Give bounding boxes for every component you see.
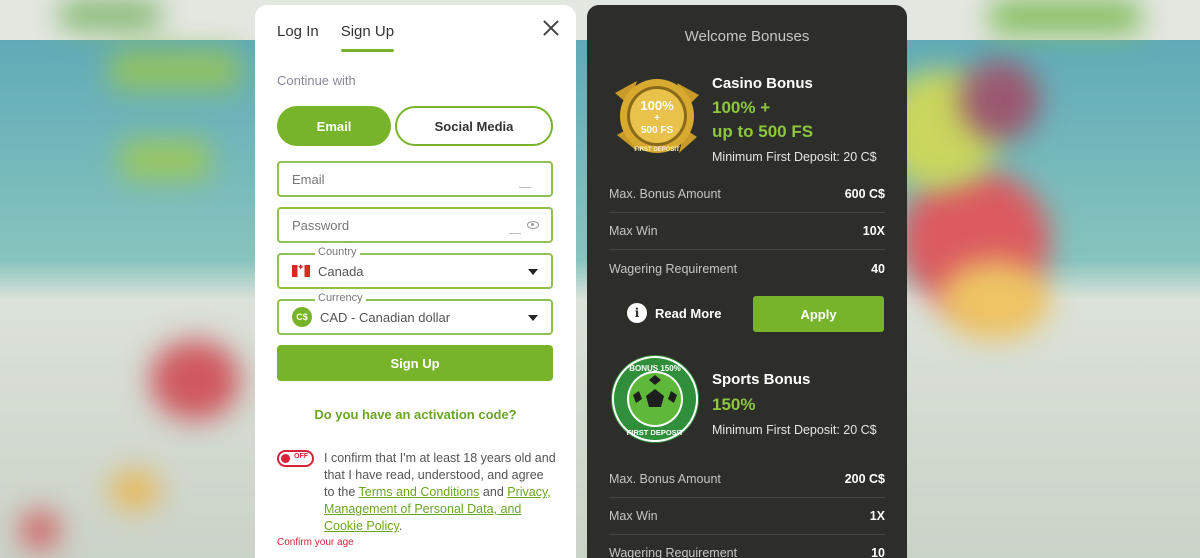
info-icon: i (627, 303, 647, 323)
continue-with-label: Continue with (277, 73, 356, 88)
password-field-wrapper (277, 207, 553, 243)
row-label: Wagering Requirement (609, 545, 738, 558)
casino-bonus-name: Casino Bonus (712, 75, 813, 92)
casino-bonus-amount-1: 100% + (712, 98, 771, 117)
sports-badge-bottom: FIRST DEPOSIT (627, 428, 684, 437)
currency-legend: Currency (315, 292, 366, 304)
close-icon[interactable] (542, 19, 560, 37)
caret-down-icon (528, 315, 538, 321)
sports-row-wagering: Wagering Requirement 10 (609, 534, 885, 558)
sports-bonus-badge-icon: BONUS 150% FIRST DEPOSIT (611, 355, 699, 443)
apply-button[interactable]: Apply (753, 296, 884, 332)
read-more-button[interactable]: i Read More (627, 303, 721, 323)
sports-min-deposit: Minimum First Deposit: 20 C$ (712, 423, 877, 437)
row-label: Max Win (609, 224, 658, 238)
read-more-label: Read More (655, 305, 722, 321)
email-field[interactable] (292, 171, 492, 187)
confirm-end: . (398, 519, 403, 533)
row-label: Wagering Requirement (609, 261, 738, 276)
social-media-method-button[interactable]: Social Media (395, 106, 553, 146)
row-value: 600 C$ (844, 187, 885, 201)
auth-tabs: Log In Sign Up (277, 23, 395, 52)
welcome-bonuses-panel: Welcome Bonuses 100% + 500 FS FIRST DEPO… (587, 5, 907, 558)
row-label: Max. Bonus Amount (609, 472, 721, 486)
row-value: 10X (862, 224, 885, 238)
password-field[interactable] (292, 217, 492, 233)
confirm-and: and (479, 485, 508, 499)
country-select[interactable]: Country Canada (277, 246, 553, 289)
country-value: Canada (318, 263, 364, 279)
sports-row-max-bonus: Max. Bonus Amount 200 C$ (609, 461, 885, 498)
casino-badge-line2: + (654, 113, 660, 124)
signup-method-toggle: Email Social Media (277, 106, 553, 146)
casino-badge-line3: 500 FS (641, 125, 674, 136)
sports-badge-top: BONUS 150% (629, 364, 681, 373)
row-label: Max. Bonus Amount (609, 187, 721, 201)
casino-bonus-amount-2: up to 500 FS (712, 122, 814, 141)
sports-bonus-name: Sports Bonus (712, 371, 811, 388)
tab-sign-up[interactable]: Sign Up (340, 23, 395, 52)
country-legend: Country (315, 246, 360, 258)
sports-bonus-amount: 150% (712, 395, 756, 414)
switch-knob (281, 454, 290, 463)
age-confirm-text: I confirm that I'm at least 18 years old… (324, 450, 556, 535)
age-error-message: Confirm your age (277, 537, 354, 548)
activation-code-link[interactable]: Do you have an activation code? (255, 407, 576, 422)
currency-value: CAD - Canadian dollar (320, 309, 451, 325)
casino-badge-ring: FIRST DEPOSIT (634, 147, 680, 153)
show-password-icon[interactable] (527, 221, 539, 229)
panel-title: Welcome Bonuses (684, 28, 810, 45)
sports-row-max-win: Max Win 1X (609, 498, 885, 535)
email-field-wrapper (277, 161, 553, 197)
row-value: 40 (871, 261, 885, 276)
row-label: Max Win (609, 509, 658, 523)
currency-select[interactable]: Currency C$ CAD - Canadian dollar (277, 292, 553, 335)
casino-min-deposit: Minimum First Deposit: 20 C$ (712, 150, 877, 164)
tab-log-in[interactable]: Log In (277, 23, 319, 52)
switch-off-label: OFF (294, 453, 308, 460)
casino-row-wagering: Wagering Requirement 40 (609, 250, 885, 287)
age-confirm-switch[interactable]: OFF (277, 450, 314, 467)
casino-row-max-bonus: Max. Bonus Amount 600 C$ (609, 176, 885, 213)
currency-badge-icon: C$ (292, 307, 312, 327)
sign-up-button[interactable]: Sign Up (277, 345, 553, 381)
auth-modal: Log In Sign Up Continue with Email Socia… (255, 5, 576, 558)
canada-flag-icon (292, 262, 310, 277)
email-method-button[interactable]: Email (277, 106, 391, 146)
casino-bonus-badge-icon: 100% + 500 FS FIRST DEPOSIT (615, 79, 699, 153)
casino-row-max-win: Max Win 10X (609, 213, 885, 250)
row-value: 10 (871, 545, 885, 558)
casino-badge-line1: 100% (640, 98, 674, 113)
row-value: 200 C$ (844, 472, 885, 486)
terms-link[interactable]: Terms and Conditions (359, 485, 480, 499)
caret-down-icon (528, 269, 538, 275)
row-value: 1X (869, 509, 885, 523)
